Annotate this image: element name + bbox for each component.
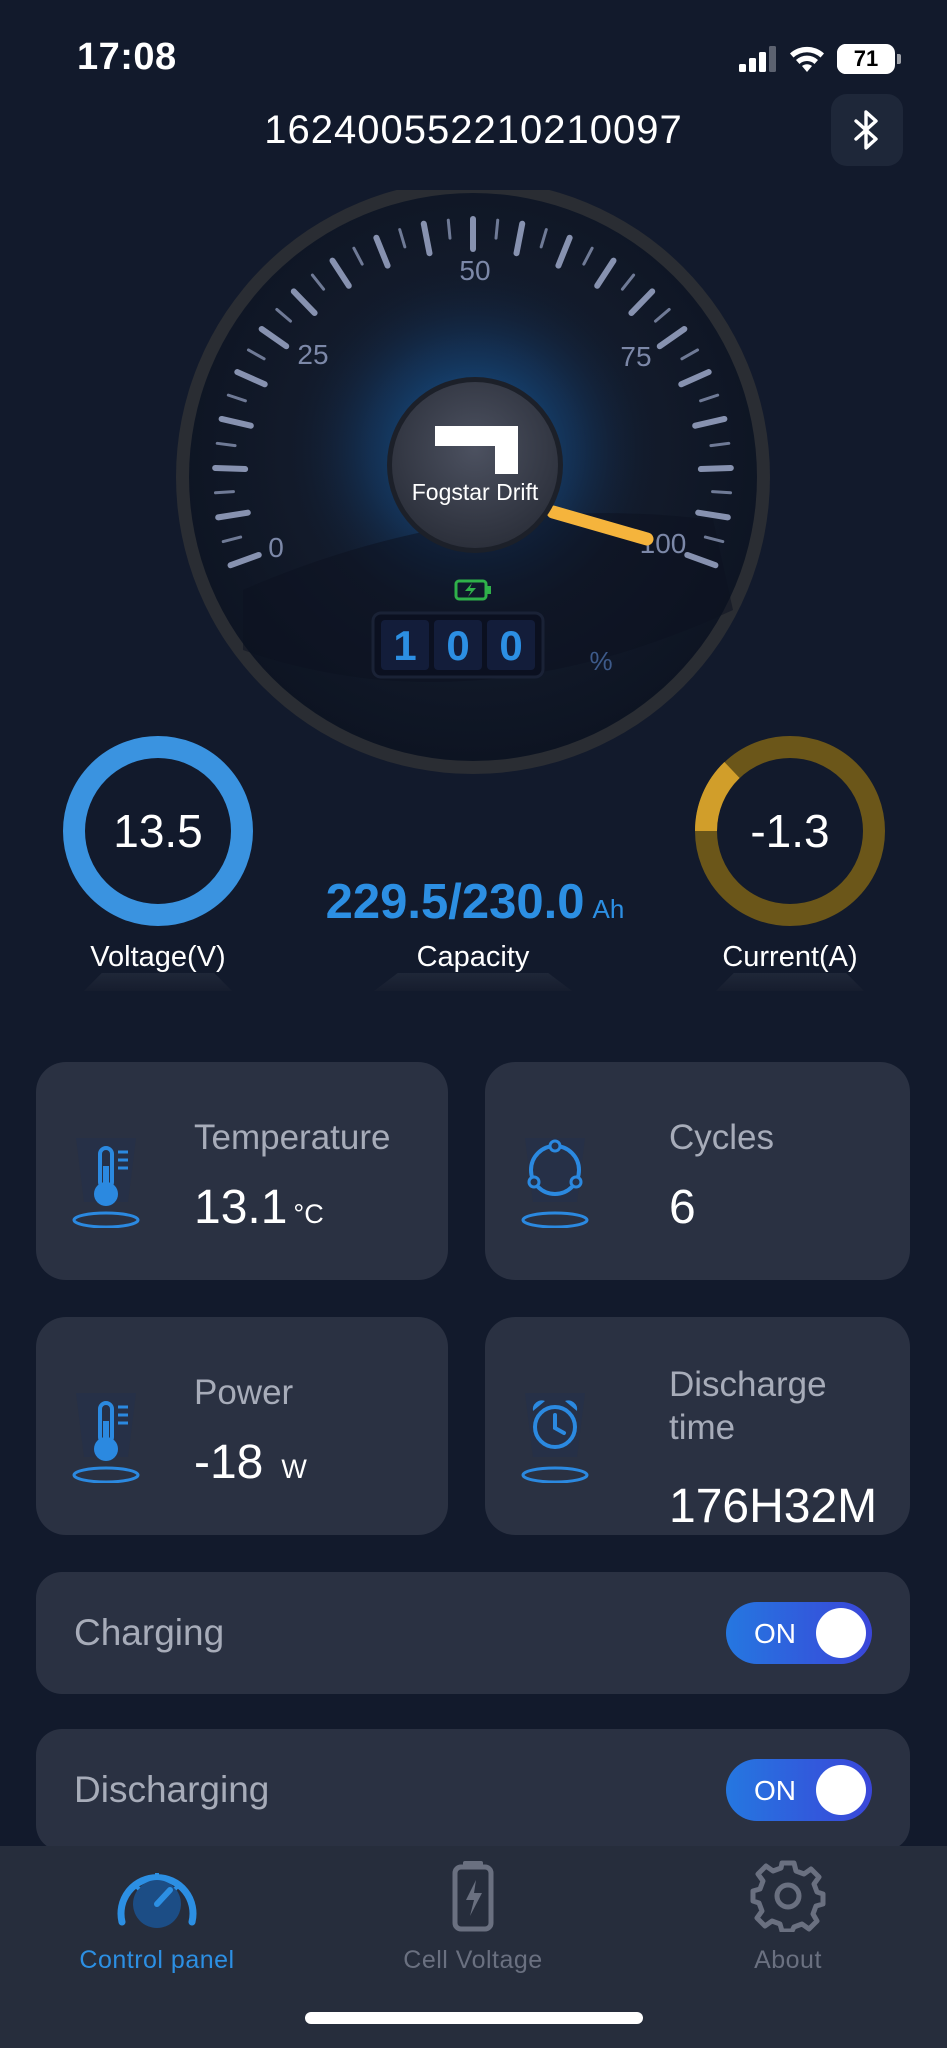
voltage-value: 13.5: [113, 805, 203, 857]
gauge-label-75: 75: [620, 341, 651, 372]
thermometer-icon: [72, 1138, 140, 1228]
discharging-label: Discharging: [74, 1769, 270, 1810]
discharge-time-label: Discharge time: [669, 1365, 827, 1447]
alarm-clock-icon: [521, 1393, 589, 1483]
cycles-card: Cycles 6: [485, 1062, 910, 1280]
temperature-card: Temperature 13.1 °C: [36, 1062, 448, 1280]
gear-icon: [750, 1860, 826, 1932]
power-value: -18 W: [194, 1436, 307, 1489]
status-time: 17:08: [77, 36, 177, 78]
capacity-unit: Ah: [592, 894, 625, 924]
charging-toggle[interactable]: ON: [726, 1602, 872, 1664]
bluetooth-icon: [854, 110, 878, 150]
soc-digit-1: 1: [381, 620, 429, 670]
tab-cell-voltage[interactable]: Cell Voltage: [343, 1860, 603, 1975]
discharging-toggle-state: ON: [754, 1775, 796, 1806]
gauge-label-25: 25: [297, 339, 328, 370]
capacity-label: Capacity: [416, 941, 530, 973]
svg-text:0: 0: [446, 622, 469, 669]
gauge-tick: [446, 218, 452, 240]
current-ring: -1.3: [690, 731, 890, 931]
discharging-row: Discharging ON: [36, 1729, 910, 1851]
temperature-value: 13.1 °C: [194, 1181, 324, 1234]
battery-level: 71: [853, 46, 879, 71]
svg-text:0: 0: [499, 622, 522, 669]
speedometer-icon: [117, 1873, 197, 1928]
current-label: Current(A): [722, 941, 858, 973]
power-card: Power -18 W: [36, 1317, 448, 1535]
cycle-icon: [521, 1138, 589, 1228]
gauge-tick: [494, 218, 500, 240]
status-bar: 17:08 71: [0, 0, 947, 120]
capacity-value: 229.5/230.0 Ah: [325, 875, 625, 929]
voltage-ring: 13.5: [58, 731, 258, 931]
temperature-label: Temperature: [194, 1118, 391, 1157]
gauge-tick: [697, 464, 734, 473]
tab-about[interactable]: About: [658, 1860, 918, 1975]
capacity-pedestal: [374, 973, 572, 991]
discharging-toggle-knob: [816, 1765, 866, 1815]
discharge-time-value: 176H32M: [669, 1480, 878, 1533]
svg-text:1: 1: [393, 622, 416, 669]
discharge-time-card: Discharge time 176H32M: [485, 1317, 910, 1535]
tab-about-label: About: [754, 1946, 822, 1974]
gauge-label-0: 0: [268, 532, 284, 563]
gauge-tick: [213, 490, 235, 495]
charging-row: Charging ON: [36, 1572, 910, 1694]
current-value: -1.3: [750, 805, 830, 857]
home-indicator: [305, 2012, 643, 2024]
voltage-label: Voltage(V): [90, 941, 226, 973]
battery-indicator: 71: [837, 44, 895, 74]
current-pedestal: [716, 973, 864, 991]
tab-control-panel-label: Control panel: [79, 1946, 235, 1974]
tab-cell-voltage-label: Cell Voltage: [403, 1946, 543, 1974]
tab-control-panel[interactable]: Control panel: [27, 1860, 287, 1975]
cycles-value: 6: [669, 1181, 696, 1234]
gauge-label-50: 50: [459, 255, 490, 286]
wifi-icon: [790, 46, 824, 72]
status-icons: 71: [739, 44, 901, 74]
charging-toggle-knob: [816, 1608, 866, 1658]
discharging-toggle[interactable]: ON: [726, 1759, 872, 1821]
brand-name: Fogstar Drift: [412, 479, 539, 505]
soc-digit-2: 0: [434, 620, 482, 670]
power-label: Power: [194, 1373, 294, 1412]
gauge-tick: [711, 490, 733, 495]
bluetooth-button[interactable]: [831, 94, 903, 166]
charging-toggle-state: ON: [754, 1618, 796, 1649]
battery-icon: [452, 1861, 494, 1932]
gauge-tick: [212, 464, 249, 473]
cycles-label: Cycles: [669, 1118, 775, 1157]
soc-unit: %: [589, 646, 612, 676]
state-of-charge-gauge: 0 25 50 75 100 Fogstar Drift 1 0 0 %: [173, 180, 773, 780]
device-title: 162400552210210097: [264, 108, 683, 152]
signal-icon: [739, 46, 776, 72]
thermometer-icon: [72, 1393, 140, 1483]
soc-digit-3: 0: [487, 620, 535, 670]
voltage-pedestal: [84, 973, 232, 991]
charging-label: Charging: [74, 1612, 225, 1653]
